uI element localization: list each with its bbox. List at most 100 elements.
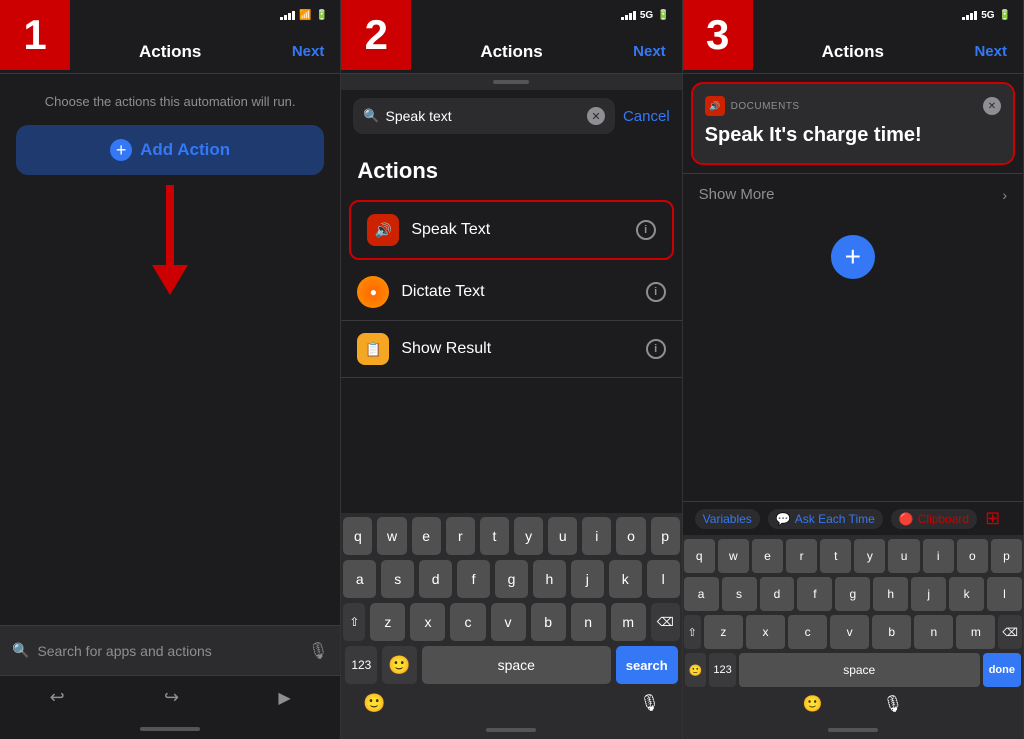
key-l[interactable]: l [647,560,680,598]
kb3-key-l[interactable]: l [987,577,1022,611]
variables-pill[interactable]: Variables [695,509,760,529]
kb3-key-n[interactable]: n [914,615,953,649]
nav-next-2[interactable]: Next [633,43,666,60]
clear-search-button[interactable]: ✕ [587,107,605,125]
key-space[interactable]: space [422,646,611,684]
kb3-key-x[interactable]: x [746,615,785,649]
show-more-row[interactable]: Show More › [683,173,1023,215]
key-g[interactable]: g [495,560,528,598]
kb3-key-r[interactable]: r [786,539,817,573]
kb3-key-g[interactable]: g [835,577,870,611]
key-row-4: 123 🙂 space search [343,646,679,684]
mic-icon-2[interactable]: 🎙 [639,693,659,713]
kb3-key-m[interactable]: m [956,615,995,649]
search-field-value: Speak text [386,108,581,124]
key-k[interactable]: k [609,560,642,598]
kb3-key-w[interactable]: w [718,539,749,573]
key-j[interactable]: j [571,560,604,598]
mic-icon-1[interactable]: 🎙 [308,641,328,661]
kb3-key-a[interactable]: a [684,577,719,611]
key-p[interactable]: p [651,517,680,555]
key-y[interactable]: y [514,517,543,555]
cancel-button[interactable]: Cancel [623,108,670,125]
key-shift[interactable]: ⇧ [343,603,365,641]
key-o[interactable]: o [616,517,645,555]
emoji-icon-2[interactable]: 🙂 [363,693,385,714]
redo-icon[interactable]: ↪ [164,687,179,708]
emoji-icon-3[interactable]: 🙂 [803,694,823,714]
bottom-search-bar[interactable]: 🔍 Search for apps and actions 🎙 [0,625,340,675]
kb3-key-z[interactable]: z [704,615,743,649]
key-v[interactable]: v [491,603,526,641]
key-t[interactable]: t [480,517,509,555]
nav-next-1[interactable]: Next [292,43,325,60]
kb3-key-i[interactable]: i [923,539,954,573]
key-w[interactable]: w [377,517,406,555]
home-indicator-2 [341,721,681,739]
key-e[interactable]: e [412,517,441,555]
kb3-key-emoji[interactable]: 🙂 [685,653,707,687]
kb3-key-c[interactable]: c [788,615,827,649]
kb3-key-space[interactable]: space [739,653,980,687]
action-item-speak-text[interactable]: 🔊 Speak Text i [351,202,671,258]
key-123[interactable]: 123 [345,646,377,684]
nav-title-3: Actions [822,42,884,62]
status-icons-3: 5G 🔋 [962,10,1011,21]
key-z[interactable]: z [370,603,405,641]
kb3-key-shift[interactable]: ⇧ [684,615,701,649]
key-u[interactable]: u [548,517,577,555]
kb3-key-k[interactable]: k [949,577,984,611]
kb3-key-v[interactable]: v [830,615,869,649]
speak-card-text[interactable]: Speak It's charge time! [705,124,1001,147]
key-b[interactable]: b [531,603,566,641]
kb3-key-f[interactable]: f [797,577,832,611]
speak-card-close-button[interactable]: ✕ [983,97,1001,115]
kb3-key-e[interactable]: e [752,539,783,573]
key-r[interactable]: r [446,517,475,555]
key-s[interactable]: s [381,560,414,598]
key-row-2: a s d f g h j k l [343,560,679,598]
key-x[interactable]: x [410,603,445,641]
key-n[interactable]: n [571,603,606,641]
key-m[interactable]: m [611,603,646,641]
key-h[interactable]: h [533,560,566,598]
ask-each-time-pill[interactable]: 💬 Ask Each Time [768,509,883,529]
key-i[interactable]: i [582,517,611,555]
kb3-key-b[interactable]: b [872,615,911,649]
key-a[interactable]: a [343,560,376,598]
plus-circle-icon: + [110,139,132,161]
kb3-key-q[interactable]: q [684,539,715,573]
kb3-key-d[interactable]: d [760,577,795,611]
add-action-plus-button[interactable]: + [831,235,875,279]
kb3-key-u[interactable]: u [888,539,919,573]
key-q[interactable]: q [343,517,372,555]
kb3-key-y[interactable]: y [854,539,885,573]
key-search[interactable]: search [616,646,678,684]
show-result-info-button[interactable]: i [646,339,666,359]
add-action-button[interactable]: + Add Action [16,125,324,175]
mic-icon-3[interactable]: 🎙 [883,694,903,714]
dictate-text-info-button[interactable]: i [646,282,666,302]
undo-icon[interactable]: ↩ [50,687,65,708]
play-icon[interactable]: ▶ [278,688,290,708]
action-item-show-result[interactable]: 📋 Show Result i [341,321,681,378]
key-c[interactable]: c [450,603,485,641]
kb3-key-s[interactable]: s [722,577,757,611]
kb3-key-p[interactable]: p [991,539,1022,573]
nav-next-3[interactable]: Next [974,43,1007,60]
kb3-key-h[interactable]: h [873,577,908,611]
search-field[interactable]: 🔍 Speak text ✕ [353,98,615,134]
kb3-key-delete[interactable]: ⌫ [998,615,1022,649]
action-item-dictate-text[interactable]: ● Dictate Text i [341,264,681,321]
key-f[interactable]: f [457,560,490,598]
kb3-key-j[interactable]: j [911,577,946,611]
key-delete[interactable]: ⌫ [651,603,680,641]
key-emoji[interactable]: 🙂 [382,646,416,684]
key-d[interactable]: d [419,560,452,598]
kb3-key-123[interactable]: 123 [709,653,735,687]
kb3-key-o[interactable]: o [957,539,988,573]
kb3-key-t[interactable]: t [820,539,851,573]
kb3-key-done[interactable]: done [983,653,1021,687]
clipboard-pill[interactable]: 🔴 Clipboard [891,509,977,529]
speak-text-info-button[interactable]: i [636,220,656,240]
